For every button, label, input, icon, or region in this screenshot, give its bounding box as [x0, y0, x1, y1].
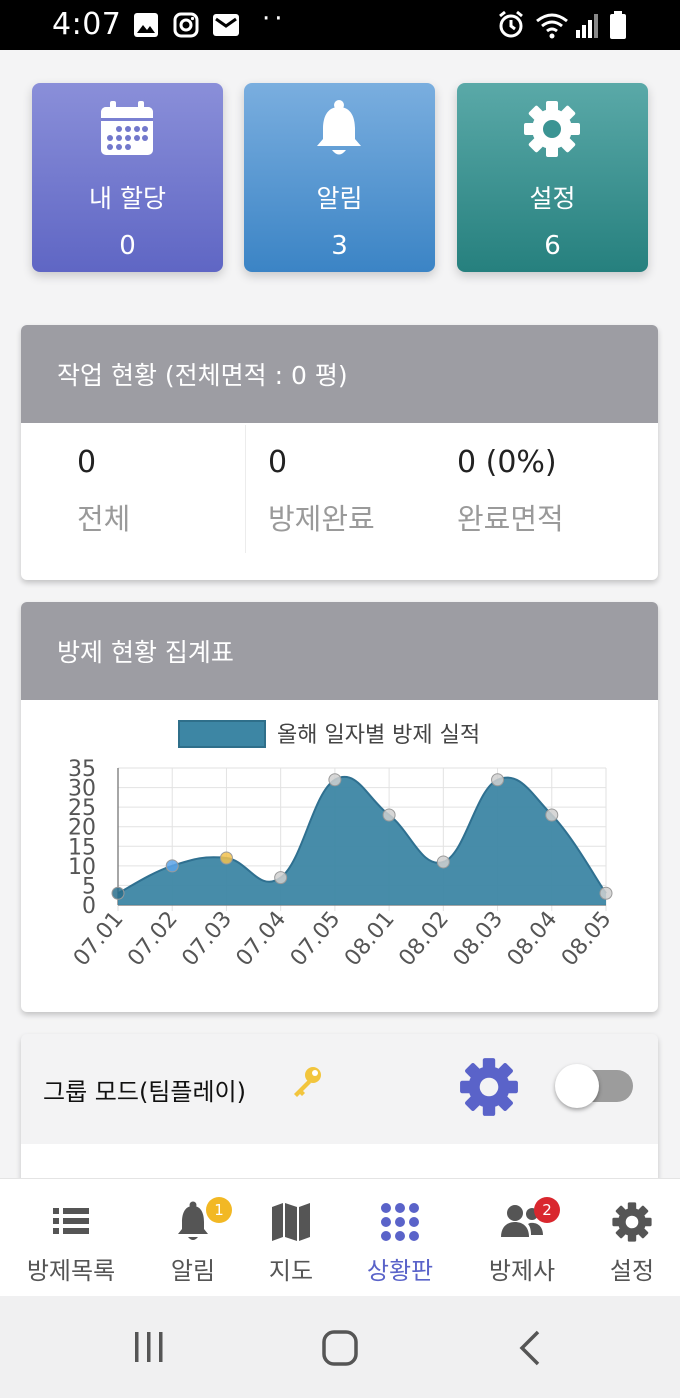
divider	[245, 425, 246, 553]
notification-badge: 1	[206, 1197, 232, 1223]
tile-label: 내 할당	[89, 184, 166, 213]
map-icon	[270, 1201, 312, 1245]
stat-label: 완료면적	[457, 502, 564, 536]
data-point	[382, 808, 396, 822]
alarm-icon	[497, 10, 525, 44]
nav-label: 설정	[609, 1257, 655, 1285]
legend-label: 올해 일자별 방제 실적	[277, 723, 480, 748]
operators-badge: 2	[534, 1197, 560, 1223]
recent-apps-icon[interactable]	[132, 1330, 166, 1368]
nav-item-dashboard[interactable]: 상황판	[354, 1179, 446, 1297]
nav-label: 알림	[170, 1257, 216, 1285]
tile-count: 0	[119, 231, 136, 261]
nav-item-notifications[interactable]: 1 알림	[150, 1179, 236, 1297]
dashboard-icon	[379, 1201, 421, 1247]
nav-item-control-list[interactable]: 방제목록	[14, 1179, 128, 1297]
data-point	[545, 808, 559, 822]
stat-completed-area: 0 (0%) 완료면적	[457, 445, 564, 538]
data-point	[328, 773, 342, 787]
area-chart: 올해 일자별 방제 실적3530252015105007.0107.0207.0…	[68, 720, 617, 971]
nav-item-map[interactable]: 지도	[250, 1179, 332, 1297]
tile-label: 설정	[529, 184, 576, 213]
list-icon	[51, 1201, 91, 1245]
calendar-icon	[97, 99, 157, 159]
summary-title: 방제 현황 집계표	[21, 602, 658, 700]
x-tick-label: 08.02	[394, 907, 454, 971]
toggle-knob	[555, 1064, 599, 1108]
nav-item-settings[interactable]: 설정	[596, 1179, 668, 1297]
stat-value: 0	[268, 445, 288, 480]
stat-value: 0 (0%)	[457, 445, 557, 480]
system-navigation-bar	[0, 1296, 680, 1398]
y-tick-label: 0	[82, 894, 96, 919]
work-status-title: 작업 현황 (전체면적 : 0 평)	[21, 325, 658, 423]
x-tick-label: 08.04	[503, 907, 563, 971]
home-icon[interactable]	[321, 1329, 359, 1371]
tile-count: 3	[331, 231, 348, 261]
mail-icon	[212, 12, 240, 42]
summary-chart-card: 방제 현황 집계표 올해 일자별 방제 실적 35 30 25 20 15 10 5 0 07.0…	[21, 602, 658, 1012]
status-time: 4:07	[52, 7, 122, 42]
stat-value: 0	[77, 445, 97, 480]
x-tick-label: 07.02	[123, 907, 183, 971]
nav-label: 상황판	[366, 1257, 434, 1285]
x-tick-label: 07.01	[69, 907, 129, 971]
data-point	[111, 886, 125, 900]
work-status-card: 작업 현황 (전체면적 : 0 평) 0 전체 0 방제완료 0 (0%) 완료…	[21, 325, 658, 580]
group-mode-title: 그룹 모드(팀플레이)	[43, 1078, 246, 1106]
data-point	[491, 773, 505, 787]
nav-label: 방제목록	[26, 1257, 116, 1285]
group-mode-toggle[interactable]	[555, 1064, 633, 1108]
x-tick-label: 07.03	[177, 907, 237, 971]
stat-label: 방제완료	[268, 502, 375, 536]
x-tick-label: 08.05	[557, 907, 617, 971]
group-settings-gear-icon[interactable]	[458, 1056, 520, 1122]
status-more-dots: ··	[262, 4, 287, 34]
data-point	[219, 851, 233, 865]
bottom-navigation: 방제목록 1 알림 지도 상황판 2 방제사 설정	[0, 1178, 680, 1296]
x-tick-label: 07.05	[286, 907, 346, 971]
x-tick-label: 08.01	[340, 907, 400, 971]
settings-tile[interactable]: 설정 6	[457, 83, 648, 272]
stat-completed: 0 방제완료	[268, 445, 375, 538]
my-assignment-tile[interactable]: 내 할당 0	[32, 83, 223, 272]
data-point	[436, 855, 450, 869]
key-icon	[289, 1064, 325, 1104]
data-point	[165, 859, 179, 873]
series-area	[118, 776, 606, 905]
gear-icon	[611, 1201, 653, 1247]
nav-label: 지도	[268, 1257, 314, 1285]
nav-label: 방제사	[488, 1257, 556, 1285]
wifi-icon	[535, 12, 569, 44]
nav-item-operators[interactable]: 2 방제사	[472, 1179, 572, 1297]
tile-count: 6	[544, 231, 561, 261]
x-tick-label: 08.03	[449, 907, 509, 971]
instagram-icon	[173, 12, 199, 42]
gear-icon	[522, 99, 582, 159]
data-point	[274, 871, 288, 885]
tile-label: 알림	[316, 184, 363, 213]
status-bar: 4:07 ··	[0, 0, 680, 50]
bell-icon	[309, 99, 369, 159]
image-icon	[133, 12, 159, 42]
back-icon[interactable]	[516, 1328, 544, 1372]
signal-icon	[574, 12, 600, 44]
stat-label: 전체	[77, 502, 131, 536]
data-point	[599, 886, 613, 900]
x-tick-label: 07.04	[232, 907, 292, 971]
legend-swatch	[178, 720, 266, 748]
group-mode-card: 그룹 모드(팀플레이)	[21, 1034, 658, 1194]
stat-total: 0 전체	[77, 445, 130, 538]
battery-icon	[608, 10, 628, 44]
notification-tile[interactable]: 알림 3	[244, 83, 435, 272]
